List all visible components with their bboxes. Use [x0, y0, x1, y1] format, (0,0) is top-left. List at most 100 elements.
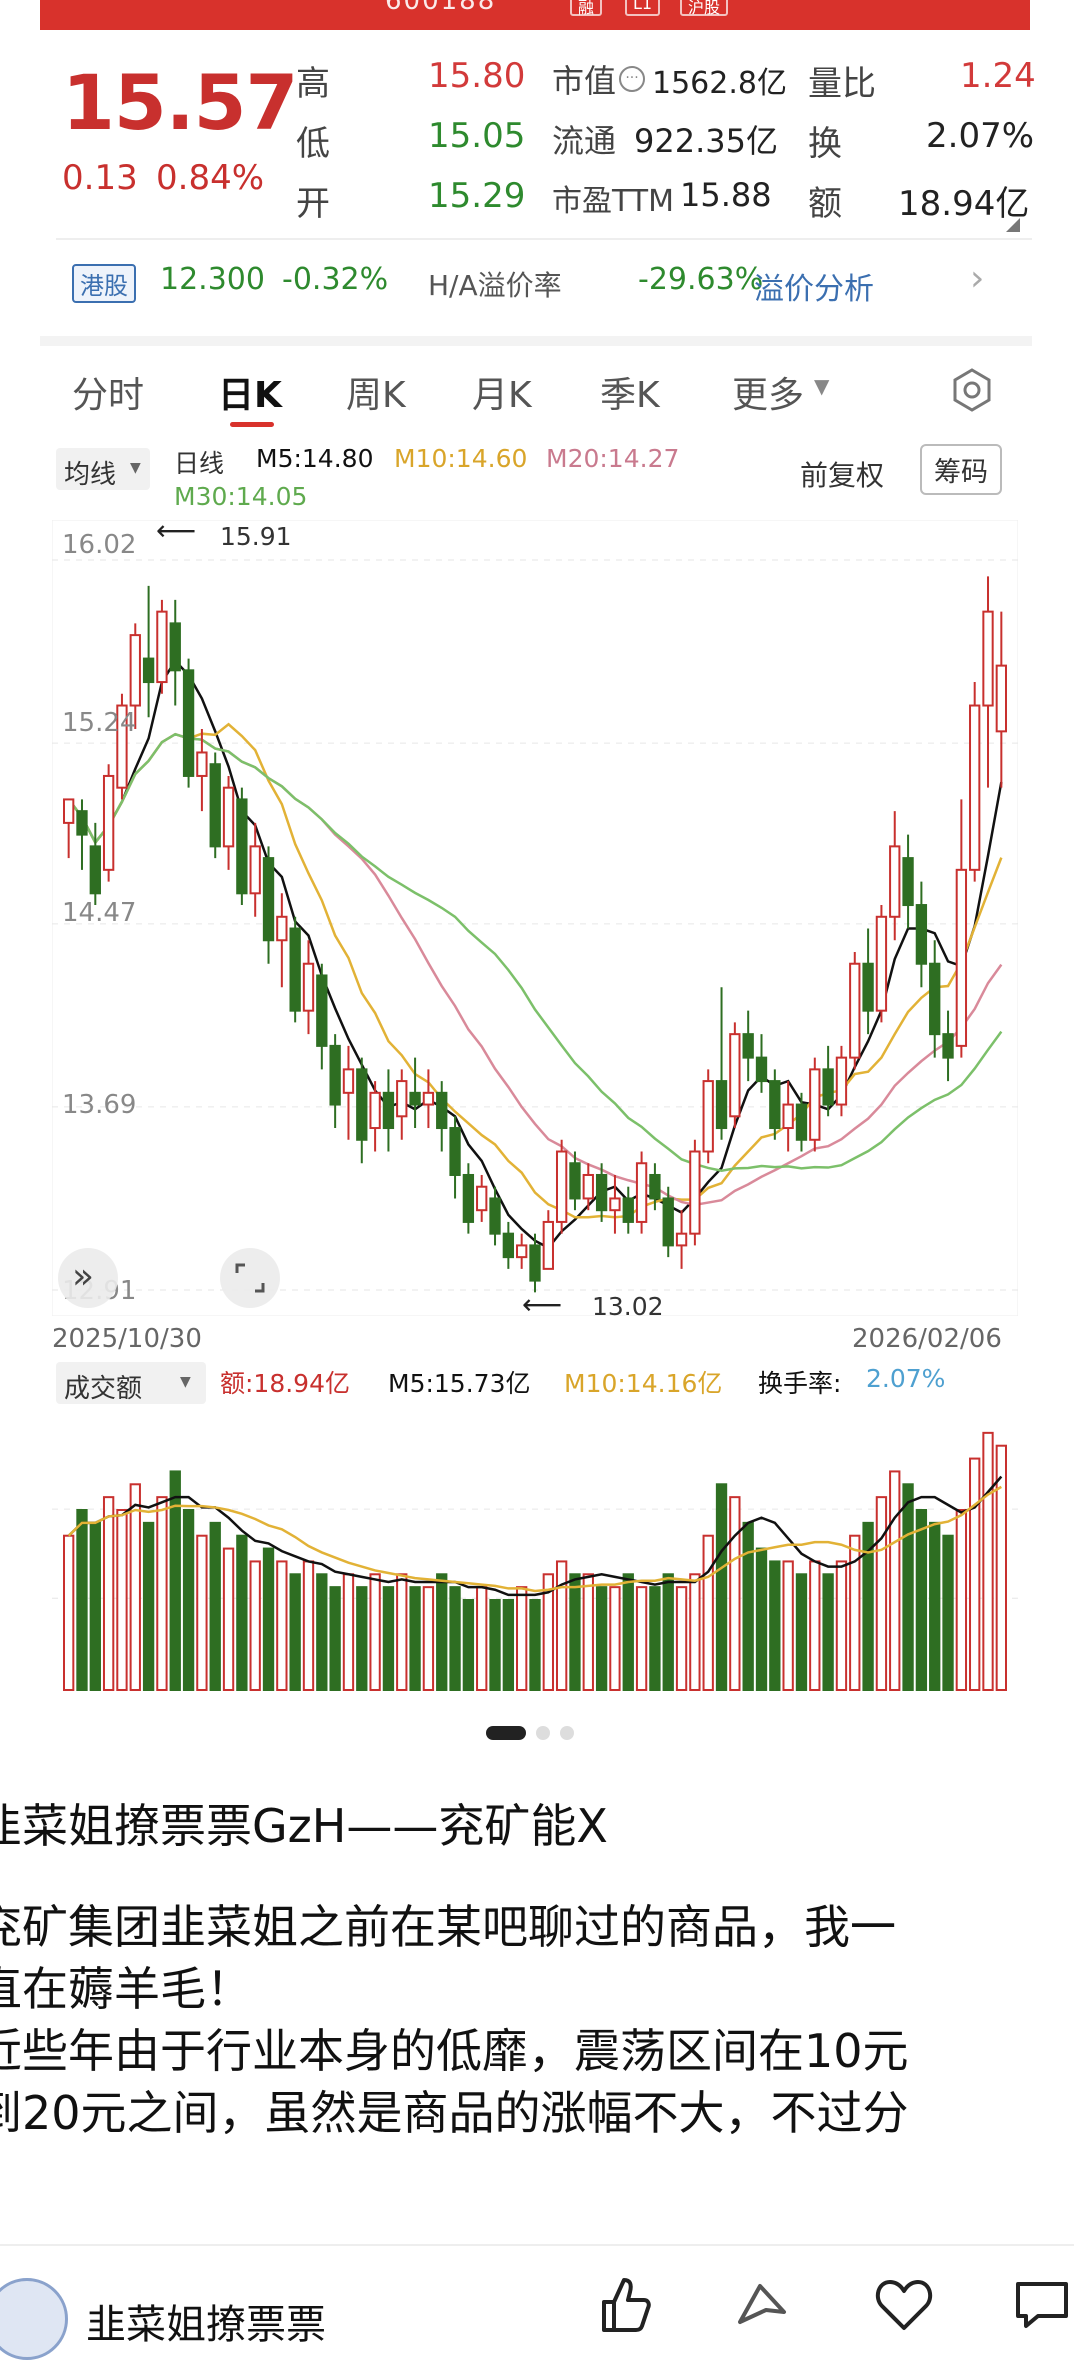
tab-daily-k[interactable]: 日K: [218, 366, 282, 418]
premium-analysis-link[interactable]: 溢价分析: [754, 264, 874, 308]
stock-code: 600188: [385, 0, 497, 16]
chevron-down-icon[interactable]: ▼: [814, 374, 829, 398]
volume-bar-down: [449, 1586, 461, 1691]
turnover-rate-value: 2.07%: [866, 1364, 946, 1393]
float-cap-label: 流通: [552, 122, 617, 160]
candle-down: [169, 622, 181, 672]
fullscreen-icon: [235, 1263, 265, 1293]
volume-bar-down: [169, 1470, 181, 1691]
candle-down: [529, 1244, 541, 1282]
volume-bar-up: [369, 1573, 381, 1692]
volume-bar-up: [62, 1534, 75, 1692]
tab-weekly-k[interactable]: 周K: [346, 366, 406, 418]
candle-down: [755, 1056, 768, 1083]
avatar[interactable]: [0, 2278, 68, 2360]
tag-margin: 融: [570, 0, 603, 17]
indicator-selector[interactable]: 均线 ▼: [56, 448, 150, 490]
tab-intraday[interactable]: 分时: [72, 366, 144, 418]
volume-bar-down: [462, 1599, 475, 1691]
candle-up: [196, 751, 208, 777]
turnover-rate-label: 换手率:: [758, 1369, 842, 1398]
chevron-right-icon[interactable]: ›: [970, 258, 984, 299]
volume-bar-down: [742, 1521, 754, 1691]
volume-bar-up: [102, 1496, 115, 1692]
expand-left-button[interactable]: »: [58, 1248, 118, 1308]
volume-bar-down: [182, 1509, 195, 1691]
tab-monthly-k[interactable]: 月K: [472, 366, 532, 418]
volume-bar-up: [582, 1573, 594, 1692]
price-axis-tick: 13.69: [62, 1090, 137, 1120]
volume-bar-up: [222, 1547, 235, 1691]
volume-bar-down: [316, 1573, 328, 1692]
candle-down: [715, 1080, 728, 1130]
volume-bar-up: [276, 1560, 288, 1691]
volume-bar-down: [262, 1547, 275, 1691]
volume-m10: M10:14.16亿: [564, 1369, 723, 1398]
candle-up: [476, 1185, 488, 1212]
tag-level: L1: [625, 0, 661, 16]
info-icon[interactable]: ···: [619, 66, 645, 92]
author-name[interactable]: 韭菜姐撩票票: [86, 2292, 326, 2350]
volume-bar-up: [995, 1444, 1008, 1692]
volume-bar-down: [356, 1586, 368, 1691]
stock-header-bar: 600188 融 L1 沪股: [40, 0, 1030, 30]
share-icon[interactable]: [730, 2272, 794, 2336]
candle-up: [516, 1244, 528, 1259]
candle-up: [302, 962, 315, 1012]
volume-indicator-label: 成交额: [64, 1374, 143, 1404]
candle-up: [582, 1173, 594, 1200]
volume-bar-up: [422, 1586, 435, 1691]
volume-chart[interactable]: [52, 1410, 1018, 1700]
volume-indicator-selector[interactable]: 成交额 ▼: [56, 1362, 206, 1404]
volume-ratio-label: 量比: [808, 64, 876, 104]
candle-down: [316, 974, 328, 1047]
heart-icon[interactable]: [872, 2272, 936, 2336]
settings-icon[interactable]: [948, 366, 996, 414]
volume-bar-up: [835, 1560, 848, 1691]
market-cap-value: 1562.8亿: [652, 66, 787, 101]
volume-bar-down: [595, 1586, 608, 1691]
post-body: 兖矿集团韭菜姐之前在某吧聊过的商品，我一 直在薅羊毛！ 近些年由于行业本身的低靡…: [0, 1896, 1074, 2144]
candle-down: [382, 1091, 395, 1130]
volume-bar-down: [929, 1521, 941, 1691]
candle-down: [289, 927, 301, 1012]
pe-ttm-value: 15.88: [680, 176, 772, 214]
tab-more[interactable]: 更多: [732, 366, 804, 418]
adjust-mode[interactable]: 前复权: [800, 454, 884, 494]
volume-bar-down: [795, 1573, 808, 1692]
pager-dot[interactable]: [560, 1726, 574, 1740]
low-label: 低: [296, 124, 330, 164]
pager-dot-active[interactable]: [486, 1726, 526, 1740]
candle-up: [369, 1091, 381, 1130]
ha-premium-value: -29.63%: [638, 262, 764, 297]
date-start: 2025/10/30: [52, 1324, 202, 1354]
thumbs-up-icon[interactable]: [592, 2272, 656, 2336]
period-label: 日线: [174, 449, 225, 478]
low-annotation: 13.02: [592, 1292, 664, 1321]
tab-quarterly-k[interactable]: 季K: [600, 366, 660, 418]
candlestick-chart[interactable]: [52, 520, 1018, 1316]
pager-dot[interactable]: [536, 1726, 550, 1740]
candle-down: [742, 1033, 754, 1059]
volume-bar-up: [982, 1431, 994, 1691]
price-axis-tick: 15.24: [62, 708, 137, 738]
corner-expand-icon[interactable]: [1006, 218, 1020, 232]
volume-bar-up: [396, 1573, 408, 1692]
fullscreen-button[interactable]: [220, 1248, 280, 1308]
candle-down: [929, 962, 941, 1036]
float-cap-value: 922.35亿: [634, 122, 778, 160]
chips-button[interactable]: 筹码: [920, 444, 1002, 495]
turnover-value: 2.07%: [926, 116, 1035, 156]
comment-icon[interactable]: [1010, 2272, 1074, 2336]
volume-bar-down: [662, 1573, 674, 1692]
volume-bar-down: [755, 1547, 768, 1691]
volume-bar-up: [249, 1560, 261, 1691]
hk-premium-row[interactable]: 港股 12.300 -0.32% H/A溢价率 -29.63% 溢价分析 ›: [56, 258, 1032, 308]
volume-bar-up: [609, 1586, 621, 1691]
candle-up: [729, 1033, 741, 1118]
low-value: 15.05: [428, 116, 526, 156]
candle-down: [915, 904, 928, 965]
candle-down: [795, 1103, 808, 1141]
candle-down: [769, 1080, 781, 1130]
post-body-line: 兖矿集团韭菜姐之前在某吧聊过的商品，我一: [0, 1900, 896, 1954]
